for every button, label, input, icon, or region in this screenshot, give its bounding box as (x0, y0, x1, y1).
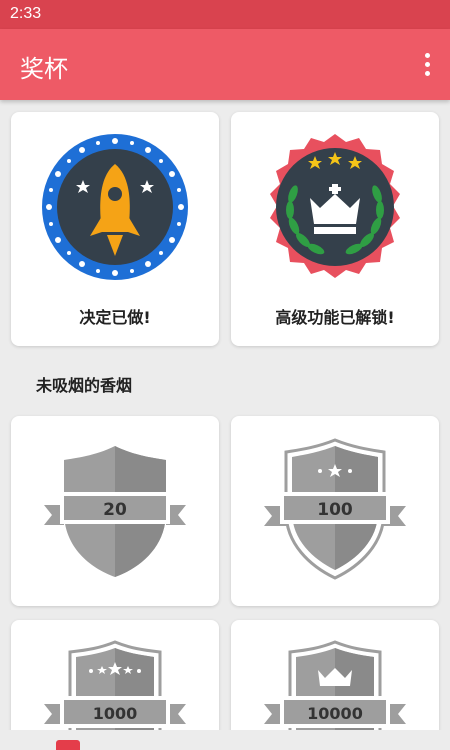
status-time: 2:33 (10, 5, 42, 22)
stars-shield-badge-icon: 100 (264, 438, 406, 580)
status-bar: 2:33 (0, 0, 450, 29)
badge-value: 20 (103, 500, 127, 520)
bottom-app-icon (56, 740, 80, 750)
achievement-card-premium[interactable]: 高级功能已解锁! (231, 112, 439, 346)
more-vert-icon[interactable] (422, 53, 432, 77)
app-bar: 奖杯 (0, 29, 450, 100)
badge-card-20[interactable]: 20 (11, 416, 219, 606)
achievement-label: 决定已做! (79, 308, 151, 327)
badge-value: 100 (317, 500, 353, 520)
achievement-card-decision[interactable]: 决定已做! (11, 112, 219, 346)
badge-card-100[interactable]: 100 (231, 416, 439, 606)
rocket-badge-icon (42, 134, 188, 280)
badge-value: 10000 (307, 704, 363, 723)
achievement-label: 高级功能已解锁! (275, 308, 395, 327)
section-title: 未吸烟的香烟 (36, 376, 133, 395)
badge-value: 1000 (93, 704, 138, 723)
shield-badge-icon: 20 (44, 446, 186, 577)
page-title: 奖杯 (20, 55, 68, 83)
crown-laurel-badge-icon (270, 134, 400, 278)
